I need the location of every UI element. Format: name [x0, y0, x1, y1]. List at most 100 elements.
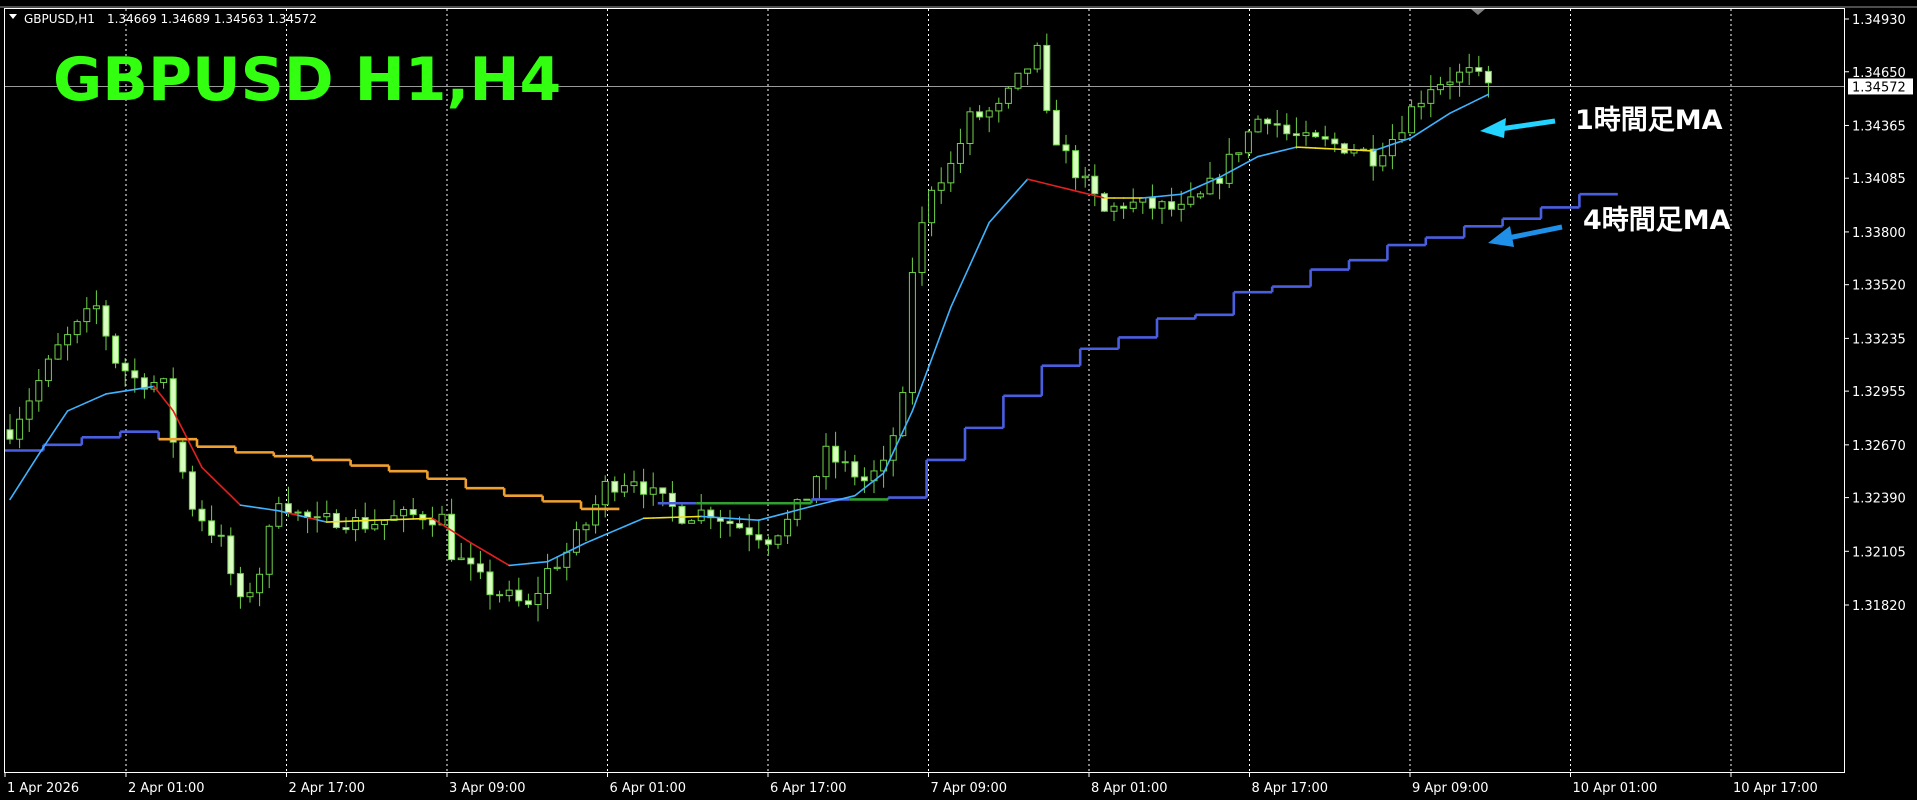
candle-body: [832, 445, 840, 463]
candle-body: [1398, 132, 1406, 141]
y-tick-label: 1.33800: [1852, 226, 1906, 241]
candle-body: [1129, 201, 1137, 209]
candle-body: [1187, 196, 1195, 205]
candle-body: [524, 600, 532, 606]
x-tick-label: 9 Apr 09:00: [1412, 781, 1489, 796]
candle-body: [1158, 201, 1166, 209]
candle-body: [1427, 89, 1435, 104]
candle-body: [1465, 67, 1473, 73]
candle-body: [256, 573, 264, 594]
y-tick-label: 1.32390: [1852, 492, 1906, 507]
candle-body: [1004, 87, 1012, 104]
x-tick-label: 2 Apr 01:00: [128, 781, 205, 796]
y-tick-label: 1.33520: [1852, 279, 1906, 294]
candle-body: [1120, 205, 1128, 209]
candle-body: [1081, 175, 1089, 179]
candle-body: [73, 321, 81, 336]
candle-body: [1110, 205, 1118, 212]
candle-body: [448, 513, 456, 561]
annotation-h1-label: 1時間足MA: [1575, 105, 1723, 136]
candle-body: [352, 517, 360, 531]
candle-body: [976, 111, 984, 118]
candle-body: [179, 441, 187, 473]
candle-body: [544, 568, 552, 594]
y-tick-label: 1.32955: [1852, 385, 1906, 400]
candle-body: [35, 380, 43, 402]
candle-body: [1062, 144, 1070, 152]
candle-body: [1484, 70, 1492, 84]
candle-body: [1321, 136, 1329, 140]
candle-body: [697, 509, 705, 522]
candle-body: [275, 503, 283, 527]
candle-body: [841, 461, 849, 464]
y-tick-label: 1.34365: [1852, 119, 1906, 134]
ma-h1-segment: [709, 516, 722, 519]
y-tick-label: 1.34930: [1852, 13, 1906, 28]
candle-body: [1456, 71, 1464, 83]
current-price-label: 1.34572: [1848, 78, 1913, 95]
candle-body: [25, 400, 33, 420]
candle-body: [688, 520, 696, 524]
candle-body: [227, 535, 235, 575]
ohlc-values: 1.34669 1.34689 1.34563 1.34572: [107, 12, 317, 26]
candle-body: [1417, 102, 1425, 108]
candle-body: [1273, 123, 1281, 126]
symbol-info: GBPUSD,H1: [24, 12, 95, 26]
candle-body: [1292, 133, 1300, 137]
x-tick-label: 8 Apr 17:00: [1252, 781, 1329, 796]
ma-h1-segment: [719, 516, 731, 520]
annotation-h4-label: 4時間足MA: [1583, 205, 1731, 236]
candle-body: [361, 517, 369, 530]
candle-body: [1177, 203, 1185, 210]
candle-body: [1340, 143, 1348, 154]
candle-body: [1043, 44, 1051, 111]
ma-h1-segment: [1142, 196, 1154, 199]
candle-body: [649, 487, 657, 495]
candle-body: [457, 557, 465, 561]
candle-body: [1436, 84, 1444, 91]
candle-body: [294, 511, 302, 514]
candle-body: [486, 571, 494, 596]
y-tick-label: 1.31820: [1852, 599, 1906, 614]
candle-body: [1408, 106, 1416, 134]
candle-body: [582, 524, 590, 531]
candle-body: [208, 520, 216, 536]
candle-body: [83, 308, 91, 323]
candle-body: [1331, 138, 1339, 145]
candle-body: [947, 162, 955, 184]
candle-body: [284, 503, 292, 514]
x-tick-label: 6 Apr 17:00: [770, 781, 847, 796]
x-tick-label: 10 Apr 01:00: [1573, 781, 1658, 796]
x-tick-label: 6 Apr 01:00: [610, 781, 687, 796]
candle-body: [1254, 118, 1262, 133]
candle-body: [1100, 193, 1108, 212]
x-tick-label: 10 Apr 17:00: [1733, 781, 1818, 796]
candle-body: [937, 182, 945, 191]
candle-body: [1302, 132, 1310, 137]
candle-body: [1033, 44, 1041, 70]
candle-body: [1196, 193, 1204, 198]
candle-body: [64, 334, 72, 346]
ma-h1-segment: [1161, 194, 1173, 197]
candle-body: [726, 520, 734, 525]
candle-body: [755, 534, 763, 541]
candle-body: [918, 222, 926, 274]
candle-body: [630, 481, 638, 487]
candle-body: [678, 505, 686, 524]
candle-body: [966, 111, 974, 144]
candle-body: [611, 480, 619, 493]
candle-body: [1264, 118, 1272, 125]
candle-body: [467, 557, 475, 565]
candle-body: [908, 272, 916, 394]
ma-h1-segment: [1170, 193, 1182, 196]
candle-body: [956, 142, 964, 164]
candle-body: [553, 566, 561, 570]
candle-body: [1225, 153, 1233, 184]
candle-body: [1091, 175, 1099, 195]
candle-body: [1283, 124, 1291, 135]
y-tick-label: 1.32105: [1852, 545, 1906, 560]
price-chart[interactable]: GBPUSD,H1 1.34669 1.34689 1.34563 1.3457…: [0, 0, 1917, 800]
candle-body: [899, 392, 907, 437]
candle-body: [236, 573, 244, 598]
x-tick-label: 2 Apr 17:00: [289, 781, 366, 796]
